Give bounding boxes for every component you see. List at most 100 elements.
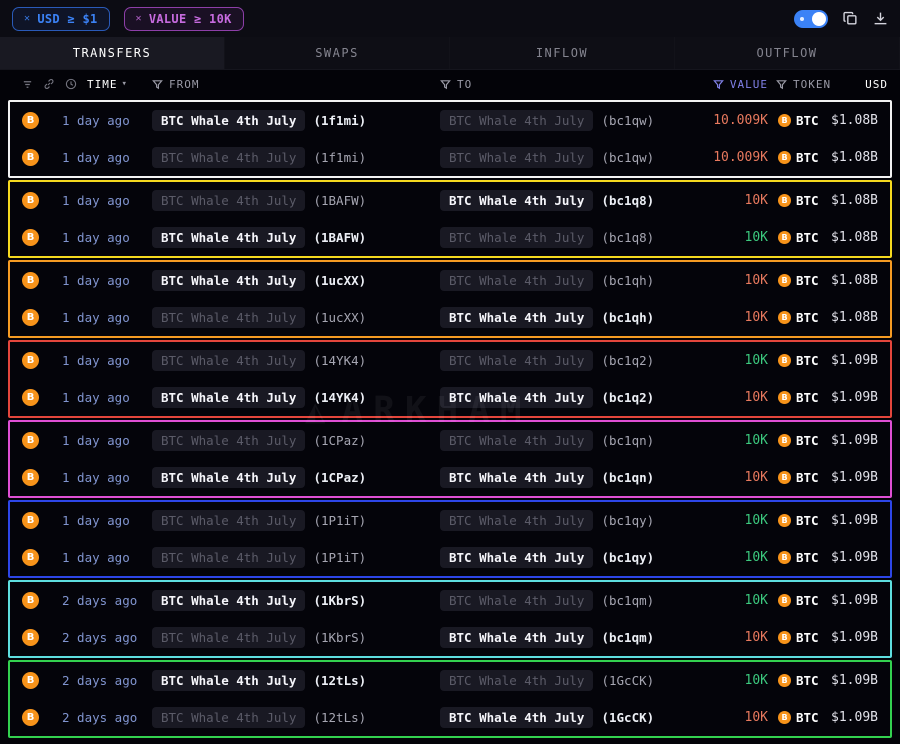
tab-outflow[interactable]: OUTFLOW [675, 37, 900, 69]
token-cell[interactable]: BBTC [768, 310, 824, 325]
tab-inflow[interactable]: INFLOW [450, 37, 675, 69]
to-entity-link[interactable]: BTC Whale 4th July(bc1q2) [440, 387, 690, 408]
token-cell[interactable]: BBTC [768, 593, 824, 608]
filter-chip-value[interactable]: ✕ VALUE ≥ 10K [124, 7, 244, 31]
transfer-row[interactable]: B1 day agoBTC Whale 4th July(1BAFW)BTC W… [10, 219, 890, 256]
transfer-row[interactable]: B1 day agoBTC Whale 4th July(1CPaz)BTC W… [10, 459, 890, 496]
remove-filter-icon[interactable]: ✕ [24, 13, 30, 24]
from-entity-link[interactable]: BTC Whale 4th July(1CPaz) [152, 467, 440, 488]
header-to[interactable]: TO [440, 78, 690, 91]
app-window: ✕ USD ≥ $1 ✕ VALUE ≥ 10K [0, 0, 900, 738]
token-cell[interactable]: BBTC [768, 353, 824, 368]
to-entity-link[interactable]: BTC Whale 4th July(bc1qw) [440, 147, 690, 168]
to-entity-link[interactable]: BTC Whale 4th July(1GcCK) [440, 707, 690, 728]
btc-coin-icon: B [22, 229, 39, 246]
transfer-row[interactable]: B2 days agoBTC Whale 4th July(12tLs)BTC … [10, 662, 890, 699]
transfer-row[interactable]: B1 day agoBTC Whale 4th July(14YK4)BTC W… [10, 342, 890, 379]
transfer-value: 10K [690, 470, 768, 485]
header-time[interactable]: TIME ▾ [87, 78, 128, 91]
token-cell[interactable]: BBTC [768, 390, 824, 405]
to-entity-link[interactable]: BTC Whale 4th July(bc1q8) [440, 227, 690, 248]
to-entity-link[interactable]: BTC Whale 4th July(1GcCK) [440, 670, 690, 691]
token-label: BTC [796, 513, 819, 528]
from-entity-link[interactable]: BTC Whale 4th July(1f1mi) [152, 147, 440, 168]
from-entity-link[interactable]: BTC Whale 4th July(12tLs) [152, 707, 440, 728]
theme-toggle[interactable] [794, 10, 828, 28]
to-entity-link[interactable]: BTC Whale 4th July(bc1qy) [440, 547, 690, 568]
tab-transfers[interactable]: TRANSFERS [0, 37, 225, 69]
to-entity-address: (1GcCK) [601, 673, 654, 688]
token-cell[interactable]: BBTC [768, 150, 824, 165]
to-entity-link[interactable]: BTC Whale 4th July(bc1qm) [440, 627, 690, 648]
tab-swaps[interactable]: SWAPS [225, 37, 450, 69]
btc-token-icon: B [778, 194, 791, 207]
transfer-row[interactable]: B1 day agoBTC Whale 4th July(1ucXX)BTC W… [10, 262, 890, 299]
token-cell[interactable]: BBTC [768, 113, 824, 128]
from-entity-address: (1BAFW) [313, 193, 366, 208]
to-entity-link[interactable]: BTC Whale 4th July(bc1qm) [440, 590, 690, 611]
to-entity-address: (bc1qw) [601, 113, 654, 128]
transfer-row[interactable]: B1 day agoBTC Whale 4th July(1BAFW)BTC W… [10, 182, 890, 219]
transfer-row[interactable]: B1 day agoBTC Whale 4th July(1ucXX)BTC W… [10, 299, 890, 336]
to-entity-link[interactable]: BTC Whale 4th July(bc1qn) [440, 467, 690, 488]
from-entity-link[interactable]: BTC Whale 4th July(12tLs) [152, 670, 440, 691]
header-from[interactable]: FROM [152, 78, 440, 91]
token-cell[interactable]: BBTC [768, 550, 824, 565]
to-entity-link[interactable]: BTC Whale 4th July(bc1q2) [440, 350, 690, 371]
usd-value: $1.08B [824, 113, 878, 128]
transfer-row[interactable]: B1 day agoBTC Whale 4th July(1f1mi)BTC W… [10, 139, 890, 176]
remove-filter-icon[interactable]: ✕ [136, 13, 142, 24]
to-entity-link[interactable]: BTC Whale 4th July(bc1qy) [440, 510, 690, 531]
from-entity-link[interactable]: BTC Whale 4th July(1ucXX) [152, 307, 440, 328]
from-entity-link[interactable]: BTC Whale 4th July(1CPaz) [152, 430, 440, 451]
to-entity-link[interactable]: BTC Whale 4th July(bc1qn) [440, 430, 690, 451]
transfer-row[interactable]: B2 days agoBTC Whale 4th July(1KbrS)BTC … [10, 619, 890, 656]
download-icon[interactable] [873, 11, 888, 26]
to-entity-link[interactable]: BTC Whale 4th July(bc1qh) [440, 270, 690, 291]
from-entity-name: BTC Whale 4th July [152, 627, 305, 648]
header-usd[interactable]: USD [824, 78, 888, 91]
token-cell[interactable]: BBTC [768, 710, 824, 725]
from-entity-name: BTC Whale 4th July [152, 670, 305, 691]
from-entity-link[interactable]: BTC Whale 4th July(1f1mi) [152, 110, 440, 131]
clock-icon[interactable] [65, 78, 77, 90]
transfer-row[interactable]: B1 day agoBTC Whale 4th July(1P1iT)BTC W… [10, 502, 890, 539]
transfer-row[interactable]: B1 day agoBTC Whale 4th July(14YK4)BTC W… [10, 379, 890, 416]
from-entity-link[interactable]: BTC Whale 4th July(1KbrS) [152, 627, 440, 648]
from-entity-link[interactable]: BTC Whale 4th July(1P1iT) [152, 510, 440, 531]
token-cell[interactable]: BBTC [768, 433, 824, 448]
from-entity-link[interactable]: BTC Whale 4th July(1BAFW) [152, 190, 440, 211]
token-cell[interactable]: BBTC [768, 673, 824, 688]
link-icon[interactable] [43, 78, 55, 90]
token-cell[interactable]: BBTC [768, 193, 824, 208]
token-label: BTC [796, 470, 819, 485]
filter-chip-usd[interactable]: ✕ USD ≥ $1 [12, 7, 110, 31]
to-entity-address: (bc1q2) [601, 390, 654, 405]
from-entity-link[interactable]: BTC Whale 4th July(14YK4) [152, 350, 440, 371]
copy-icon[interactable] [843, 11, 858, 26]
from-entity-link[interactable]: BTC Whale 4th July(1P1iT) [152, 547, 440, 568]
filter-lines-icon[interactable] [22, 79, 33, 90]
to-entity-link[interactable]: BTC Whale 4th July(bc1qw) [440, 110, 690, 131]
transfer-row[interactable]: B1 day agoBTC Whale 4th July(1P1iT)BTC W… [10, 539, 890, 576]
header-token[interactable]: TOKEN [768, 78, 824, 91]
token-cell[interactable]: BBTC [768, 513, 824, 528]
to-entity-address: (bc1q8) [601, 230, 654, 245]
transfer-row[interactable]: B2 days agoBTC Whale 4th July(12tLs)BTC … [10, 699, 890, 736]
from-entity-address: (14YK4) [313, 353, 366, 368]
to-entity-link[interactable]: BTC Whale 4th July(bc1qh) [440, 307, 690, 328]
token-cell[interactable]: BBTC [768, 470, 824, 485]
token-cell[interactable]: BBTC [768, 230, 824, 245]
transfer-row[interactable]: B1 day agoBTC Whale 4th July(1f1mi)BTC W… [10, 102, 890, 139]
from-entity-link[interactable]: BTC Whale 4th July(1KbrS) [152, 590, 440, 611]
from-entity-link[interactable]: BTC Whale 4th July(1ucXX) [152, 270, 440, 291]
token-cell[interactable]: BBTC [768, 273, 824, 288]
token-cell[interactable]: BBTC [768, 630, 824, 645]
from-entity-link[interactable]: BTC Whale 4th July(1BAFW) [152, 227, 440, 248]
header-value[interactable]: VALUE [690, 78, 768, 91]
from-entity-link[interactable]: BTC Whale 4th July(14YK4) [152, 387, 440, 408]
btc-coin-icon: B [22, 309, 39, 326]
to-entity-link[interactable]: BTC Whale 4th July(bc1q8) [440, 190, 690, 211]
transfer-row[interactable]: B2 days agoBTC Whale 4th July(1KbrS)BTC … [10, 582, 890, 619]
transfer-row[interactable]: B1 day agoBTC Whale 4th July(1CPaz)BTC W… [10, 422, 890, 459]
